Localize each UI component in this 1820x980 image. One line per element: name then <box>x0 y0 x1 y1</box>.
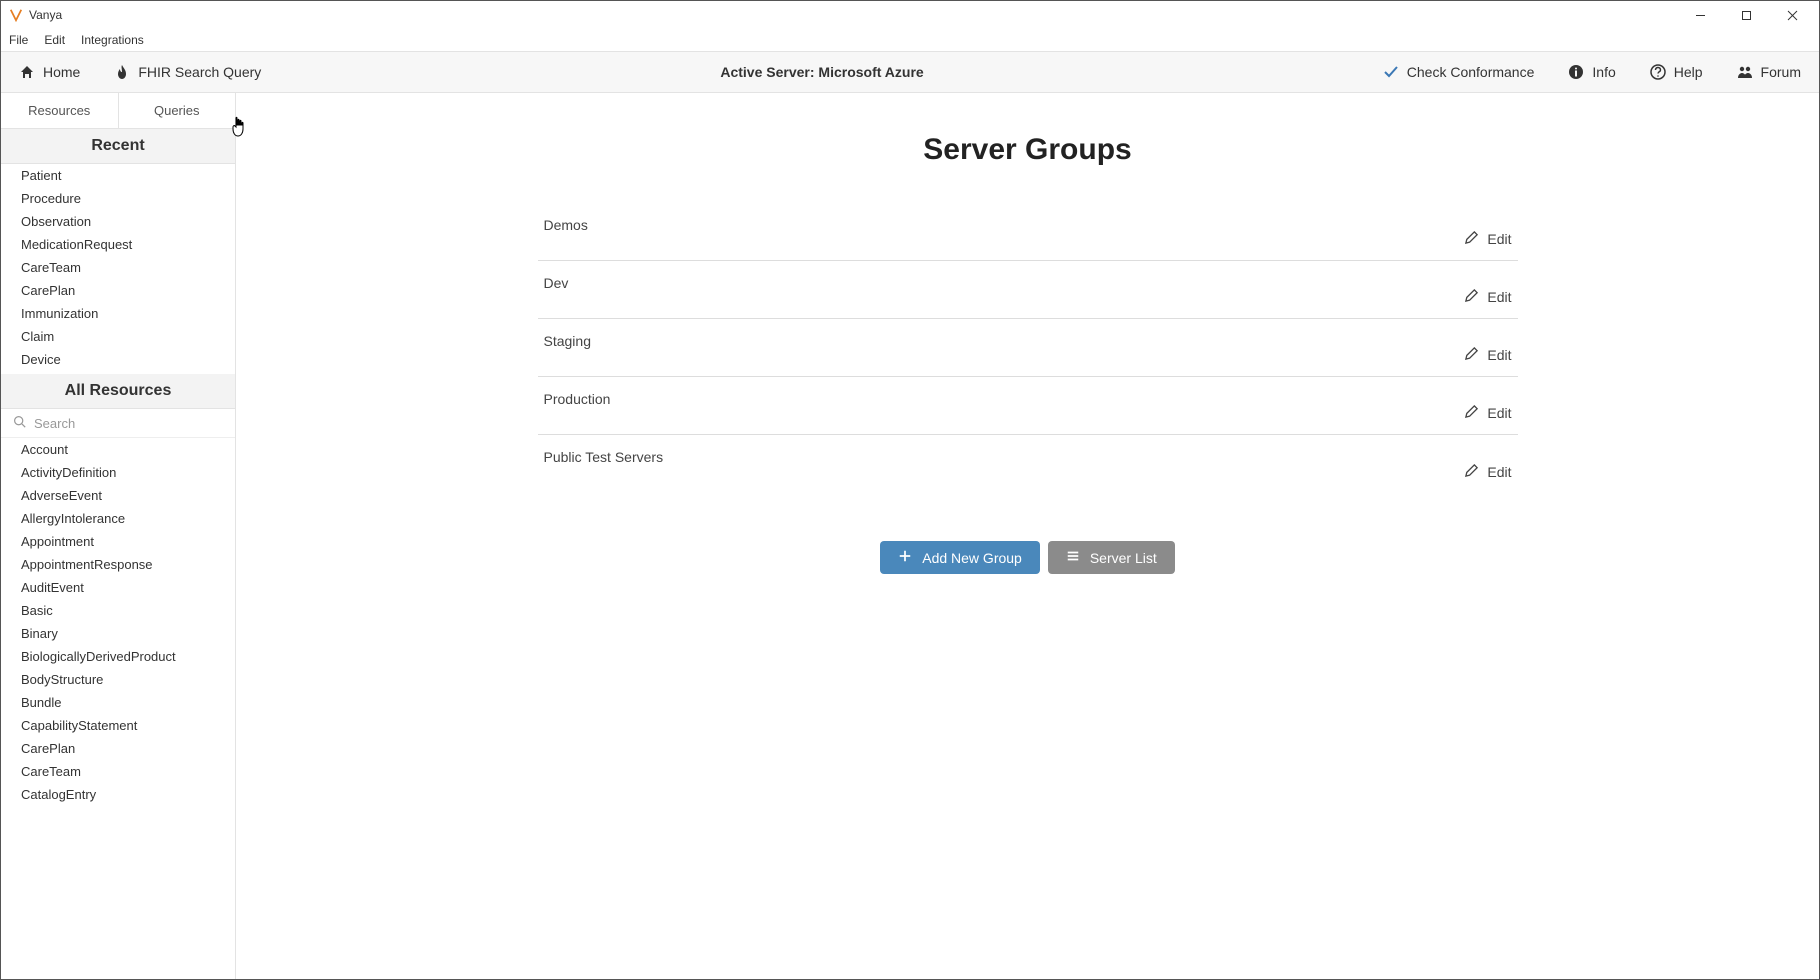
window-maximize-button[interactable] <box>1723 1 1769 29</box>
resource-item[interactable]: ActivityDefinition <box>1 461 235 484</box>
recent-item[interactable]: Patient <box>1 164 235 187</box>
recent-item[interactable]: Observation <box>1 210 235 233</box>
search-box[interactable] <box>1 409 235 438</box>
check-conformance-label: Check Conformance <box>1407 64 1535 80</box>
resource-item[interactable]: CapabilityStatement <box>1 714 235 737</box>
tab-resources[interactable]: Resources <box>1 93 119 128</box>
resource-item[interactable]: CareTeam <box>1 760 235 783</box>
active-server-label: Active Server: Microsoft Azure <box>261 64 1382 80</box>
recent-list: Patient Procedure Observation Medication… <box>1 164 235 374</box>
resource-item[interactable]: BodyStructure <box>1 668 235 691</box>
recent-item[interactable]: MedicationRequest <box>1 233 235 256</box>
edit-label: Edit <box>1487 464 1511 480</box>
edit-group-button[interactable]: Edit <box>1464 230 1511 248</box>
resource-item[interactable]: AuditEvent <box>1 576 235 599</box>
resource-item[interactable]: BiologicallyDerivedProduct <box>1 645 235 668</box>
group-row: Production Edit <box>538 377 1518 435</box>
group-name: Production <box>544 389 611 407</box>
menubar: File Edit Integrations <box>1 29 1819 51</box>
flame-icon <box>114 64 130 80</box>
group-name: Public Test Servers <box>544 447 664 465</box>
server-groups-list: Demos Edit Dev Edit Staging <box>538 203 1518 493</box>
check-conformance-button[interactable]: Check Conformance <box>1383 64 1535 80</box>
add-new-group-button[interactable]: Add New Group <box>880 541 1040 574</box>
edit-group-button[interactable]: Edit <box>1464 346 1511 364</box>
add-new-group-label: Add New Group <box>922 550 1022 566</box>
forum-button[interactable]: Forum <box>1737 64 1801 80</box>
window-minimize-button[interactable] <box>1677 1 1723 29</box>
window-titlebar: Vanya <box>1 1 1819 29</box>
resource-item[interactable]: CatalogEntry <box>1 783 235 806</box>
resource-item[interactable]: Appointment <box>1 530 235 553</box>
edit-icon <box>1464 463 1479 481</box>
resource-item[interactable]: AllergyIntolerance <box>1 507 235 530</box>
group-row: Demos Edit <box>538 203 1518 261</box>
resource-item[interactable]: AppointmentResponse <box>1 553 235 576</box>
all-resources-header: All Resources <box>1 374 235 409</box>
info-button[interactable]: Info <box>1568 64 1615 80</box>
recent-header: Recent <box>1 129 235 164</box>
resource-item[interactable]: Account <box>1 438 235 461</box>
edit-group-button[interactable]: Edit <box>1464 404 1511 422</box>
recent-item[interactable]: Immunization <box>1 302 235 325</box>
edit-icon <box>1464 404 1479 422</box>
home-label: Home <box>43 64 80 80</box>
fhir-query-button[interactable]: FHIR Search Query <box>114 64 261 80</box>
help-button[interactable]: Help <box>1650 64 1703 80</box>
group-name: Staging <box>544 331 591 349</box>
sidebar: Resources Queries Recent Patient Procedu… <box>1 93 236 979</box>
recent-item[interactable]: CareTeam <box>1 256 235 279</box>
server-list-label: Server List <box>1090 550 1157 566</box>
recent-item[interactable]: Claim <box>1 325 235 348</box>
resource-item[interactable]: AdverseEvent <box>1 484 235 507</box>
edit-label: Edit <box>1487 231 1511 247</box>
toolbar: Home FHIR Search Query Active Server: Mi… <box>1 51 1819 93</box>
group-row: Public Test Servers Edit <box>538 435 1518 493</box>
all-resources-list: Account ActivityDefinition AdverseEvent … <box>1 438 235 979</box>
info-label: Info <box>1592 64 1615 80</box>
help-icon <box>1650 64 1666 80</box>
edit-icon <box>1464 288 1479 306</box>
resource-item[interactable]: CarePlan <box>1 737 235 760</box>
info-icon <box>1568 64 1584 80</box>
edit-icon <box>1464 230 1479 248</box>
tab-queries[interactable]: Queries <box>119 93 236 128</box>
edit-label: Edit <box>1487 347 1511 363</box>
fhir-query-label: FHIR Search Query <box>138 64 261 80</box>
menu-edit[interactable]: Edit <box>44 33 65 47</box>
resource-item[interactable]: Bundle <box>1 691 235 714</box>
edit-label: Edit <box>1487 405 1511 421</box>
edit-group-button[interactable]: Edit <box>1464 463 1511 481</box>
forum-label: Forum <box>1761 64 1801 80</box>
check-icon <box>1383 64 1399 80</box>
page-title: Server Groups <box>296 133 1759 167</box>
search-input[interactable] <box>34 416 223 431</box>
resource-item[interactable]: Binary <box>1 622 235 645</box>
window-close-button[interactable] <box>1769 1 1815 29</box>
recent-item[interactable]: Device <box>1 348 235 371</box>
edit-icon <box>1464 346 1479 364</box>
edit-group-button[interactable]: Edit <box>1464 288 1511 306</box>
group-name: Dev <box>544 273 569 291</box>
recent-item[interactable]: CarePlan <box>1 279 235 302</box>
list-icon <box>1066 549 1080 566</box>
group-row: Dev Edit <box>538 261 1518 319</box>
content-area: Server Groups Demos Edit Dev Edit <box>236 93 1819 979</box>
app-title: Vanya <box>29 8 62 22</box>
home-icon <box>19 64 35 80</box>
group-row: Staging Edit <box>538 319 1518 377</box>
resource-item[interactable]: Basic <box>1 599 235 622</box>
menu-integrations[interactable]: Integrations <box>81 33 144 47</box>
users-icon <box>1737 64 1753 80</box>
app-icon <box>9 8 23 22</box>
plus-icon <box>898 549 912 566</box>
menu-file[interactable]: File <box>9 33 28 47</box>
search-icon <box>13 415 26 431</box>
group-name: Demos <box>544 215 588 233</box>
help-label: Help <box>1674 64 1703 80</box>
recent-item[interactable]: Procedure <box>1 187 235 210</box>
home-button[interactable]: Home <box>19 64 80 80</box>
edit-label: Edit <box>1487 289 1511 305</box>
server-list-button[interactable]: Server List <box>1048 541 1175 574</box>
